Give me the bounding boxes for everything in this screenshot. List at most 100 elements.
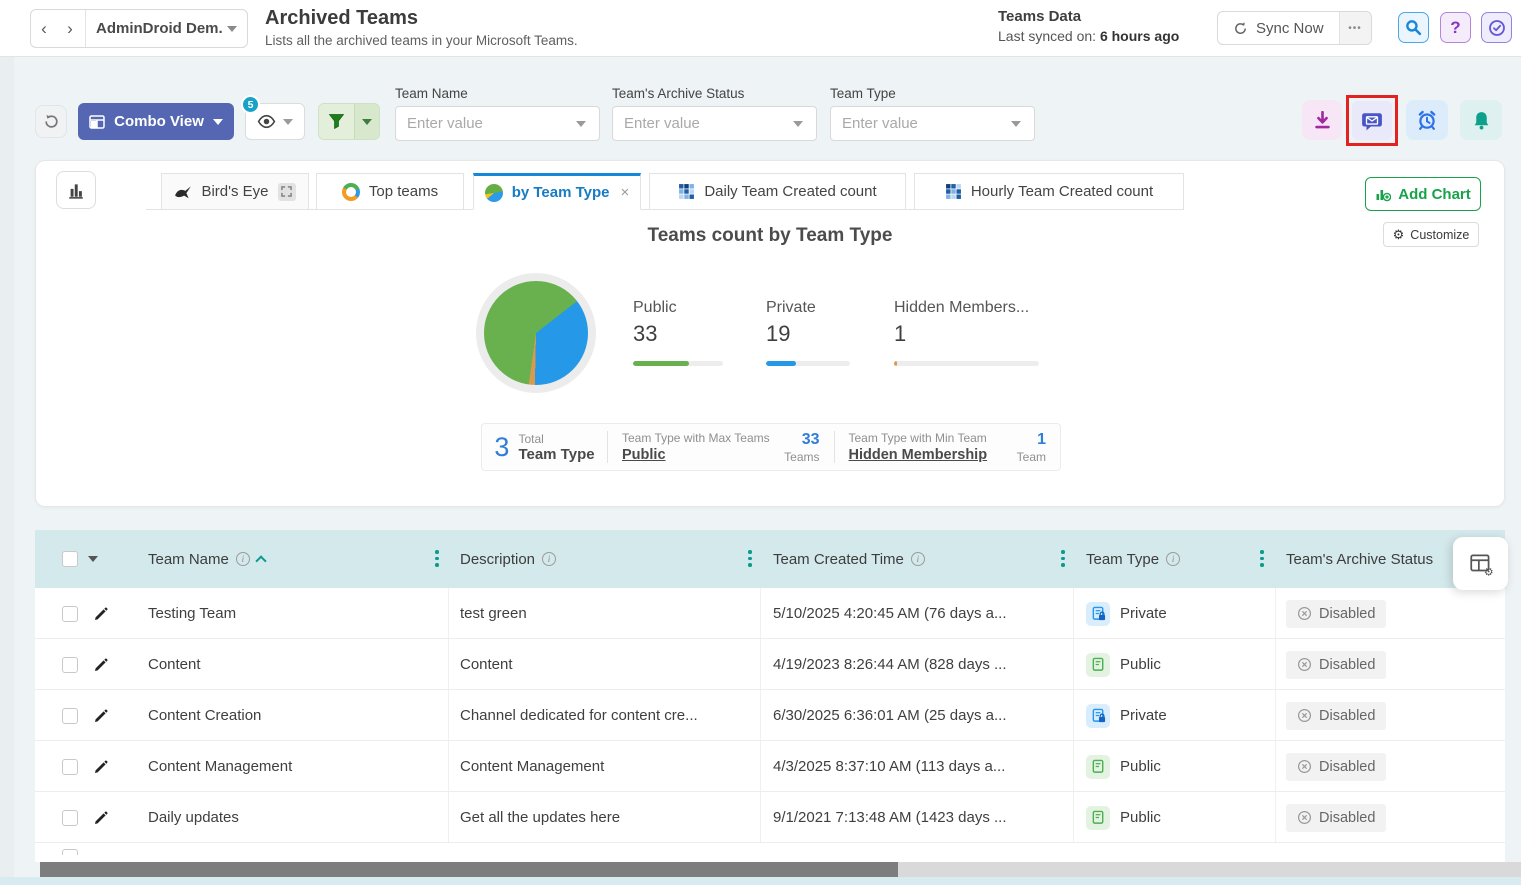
pie-chart[interactable] bbox=[476, 273, 596, 393]
team-name-cell[interactable]: Testing Team bbox=[148, 588, 236, 639]
created-time-cell: 9/1/2021 7:13:48 AM (1423 days ... bbox=[773, 792, 1058, 843]
column-menu-icon[interactable] bbox=[1061, 550, 1065, 567]
chevron-down-icon[interactable] bbox=[1011, 121, 1021, 127]
select-all-checkbox[interactable] bbox=[62, 551, 78, 567]
archive-status-filter-input[interactable] bbox=[612, 106, 817, 141]
row-checkbox[interactable] bbox=[62, 849, 78, 855]
team-type-icon bbox=[1086, 653, 1110, 677]
status-badge: Disabled bbox=[1286, 753, 1386, 781]
chevron-right-icon[interactable]: › bbox=[57, 19, 83, 39]
table-row[interactable]: Content Creation Channel dedicated for c… bbox=[35, 690, 1505, 741]
max-team-type-link[interactable]: Public bbox=[622, 447, 770, 463]
expand-icon[interactable] bbox=[278, 183, 296, 201]
filter-apply-segment[interactable] bbox=[319, 104, 354, 139]
audit-log-button[interactable] bbox=[1481, 12, 1512, 43]
horizontal-scrollbar-thumb[interactable] bbox=[40, 862, 898, 877]
horizontal-scrollbar[interactable] bbox=[40, 862, 1521, 877]
team-name-cell[interactable]: Content Creation bbox=[148, 690, 261, 741]
table-row[interactable]: Testing Team test green 5/10/2025 4:20:4… bbox=[35, 588, 1505, 639]
column-header-team-name[interactable]: Team Name bbox=[148, 551, 229, 568]
tab-top-teams[interactable]: Top teams bbox=[316, 173, 464, 210]
row-checkbox[interactable] bbox=[62, 708, 78, 724]
team-type-label: Private bbox=[1120, 605, 1167, 622]
team-type-cell: Private bbox=[1086, 690, 1167, 741]
team-name-cell[interactable]: Content bbox=[148, 639, 201, 690]
edit-pencil-icon[interactable] bbox=[93, 810, 109, 826]
refresh-button[interactable] bbox=[35, 105, 67, 138]
close-icon[interactable]: × bbox=[621, 184, 630, 201]
table-row[interactable]: Content Management Content Management 4/… bbox=[35, 741, 1505, 792]
column-header-archive-status[interactable]: Team's Archive Status bbox=[1286, 551, 1433, 568]
team-name-filter-input[interactable] bbox=[395, 106, 600, 141]
sync-now-button[interactable]: Sync Now bbox=[1218, 12, 1339, 44]
column-menu-icon[interactable] bbox=[435, 550, 439, 567]
team-type-icon bbox=[1086, 806, 1110, 830]
clock-check-icon bbox=[1488, 19, 1506, 37]
edit-pencil-icon[interactable] bbox=[93, 606, 109, 622]
team-name-cell[interactable]: Daily updates bbox=[148, 792, 239, 843]
tab-by-team-type[interactable]: by Team Type × bbox=[473, 173, 641, 210]
org-name[interactable]: AdminDroid Dem... bbox=[90, 20, 223, 37]
pie-chart-icon bbox=[485, 184, 503, 202]
chevron-left-icon[interactable]: ‹ bbox=[31, 19, 57, 39]
chart-type-button[interactable] bbox=[56, 171, 96, 209]
column-header-team-type[interactable]: Team Type bbox=[1086, 551, 1159, 568]
stat-value: 3 bbox=[494, 432, 509, 463]
add-chart-button[interactable]: Add Chart bbox=[1365, 177, 1481, 211]
team-type-cell: Public bbox=[1086, 792, 1161, 843]
sync-now-label: Sync Now bbox=[1256, 20, 1324, 37]
tab-birds-eye[interactable]: Bird's Eye bbox=[161, 173, 309, 210]
edit-pencil-icon[interactable] bbox=[93, 657, 109, 673]
info-icon[interactable]: i bbox=[236, 552, 250, 566]
more-options-button[interactable]: ••• bbox=[1339, 12, 1371, 44]
chevron-down-icon[interactable] bbox=[227, 26, 237, 32]
edit-pencil-icon[interactable] bbox=[93, 759, 109, 775]
row-checkbox[interactable] bbox=[62, 759, 78, 775]
export-download-button[interactable] bbox=[1302, 100, 1342, 140]
tab-daily-created[interactable]: Daily Team Created count bbox=[649, 173, 906, 210]
divider bbox=[85, 10, 86, 47]
chart-summary-bar: 3 Total Team Type Team Type with Max Tea… bbox=[481, 423, 1061, 471]
stat-value: 1 bbox=[1017, 431, 1046, 449]
schedule-alert-button[interactable] bbox=[1406, 100, 1448, 140]
download-icon bbox=[1313, 111, 1332, 130]
team-name-cell[interactable]: Content Management bbox=[148, 741, 292, 792]
column-menu-icon[interactable] bbox=[1260, 550, 1264, 567]
row-checkbox[interactable] bbox=[62, 606, 78, 622]
chevron-down-icon[interactable] bbox=[793, 121, 803, 127]
column-settings-button[interactable]: ⚙ bbox=[1453, 537, 1508, 590]
column-menu-icon[interactable] bbox=[748, 550, 752, 567]
created-time-cell: 4/19/2023 8:26:44 AM (828 days ... bbox=[773, 639, 1058, 690]
created-time-cell: 4/3/2025 8:37:10 AM (113 days a... bbox=[773, 741, 1058, 792]
notifications-button[interactable] bbox=[1460, 100, 1502, 140]
team-type-filter-input[interactable] bbox=[830, 106, 1035, 141]
filter-dropdown-segment[interactable] bbox=[354, 104, 379, 139]
search-button[interactable] bbox=[1398, 12, 1429, 43]
combo-view-label: Combo View bbox=[114, 113, 204, 130]
info-icon[interactable]: i bbox=[1166, 552, 1180, 566]
views-count-badge: 5 bbox=[241, 95, 260, 114]
combo-view-button[interactable]: Combo View bbox=[78, 103, 234, 140]
select-menu-caret-icon[interactable] bbox=[88, 556, 98, 562]
help-button[interactable]: ? bbox=[1440, 12, 1471, 43]
column-header-created-time[interactable]: Team Created Time bbox=[773, 551, 904, 568]
stat-total-team-types: 3 Total Team Type bbox=[482, 432, 607, 463]
sort-ascending-icon[interactable] bbox=[255, 555, 266, 566]
table-row[interactable]: Content Content 4/19/2023 8:26:44 AM (82… bbox=[35, 639, 1505, 690]
row-checkbox[interactable] bbox=[62, 657, 78, 673]
team-type-label: Private bbox=[1120, 707, 1167, 724]
filter-button[interactable] bbox=[318, 103, 380, 140]
edit-pencil-icon[interactable] bbox=[93, 708, 109, 724]
tab-hourly-created[interactable]: Hourly Team Created count bbox=[914, 173, 1184, 210]
column-header-description[interactable]: Description bbox=[460, 551, 535, 568]
min-team-type-link[interactable]: Hidden Membership bbox=[849, 447, 988, 463]
chevron-down-icon[interactable] bbox=[576, 121, 586, 127]
bar-chart-icon bbox=[67, 181, 85, 199]
heatmap-grid-icon bbox=[678, 183, 695, 200]
info-icon[interactable]: i bbox=[542, 552, 556, 566]
chevron-down-icon bbox=[362, 119, 372, 125]
row-checkbox[interactable] bbox=[62, 810, 78, 826]
table-row[interactable]: Daily updates Get all the updates here 9… bbox=[35, 792, 1505, 843]
org-switcher[interactable]: ‹ › AdminDroid Dem... bbox=[30, 9, 248, 48]
info-icon[interactable]: i bbox=[911, 552, 925, 566]
